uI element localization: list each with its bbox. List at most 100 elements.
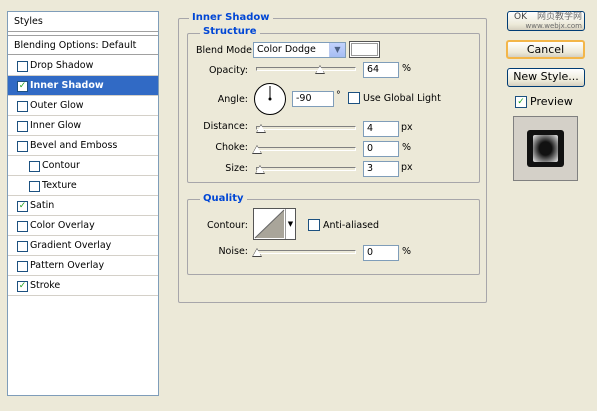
style-item-texture[interactable]: Texture (8, 176, 158, 196)
blending-options-item[interactable]: Blending Options: Default (8, 35, 158, 55)
opacity-input[interactable]: 64 (363, 62, 399, 78)
choke-slider-track[interactable] (256, 147, 356, 151)
style-item-pattern-overlay[interactable]: Pattern Overlay (8, 256, 158, 276)
pattern-overlay-label: Pattern Overlay (30, 260, 105, 271)
distance-input[interactable]: 4 (363, 121, 399, 137)
stroke-label: Stroke (30, 280, 61, 291)
texture-label: Texture (42, 180, 77, 191)
angle-dial[interactable] (253, 82, 287, 116)
style-item-outer-glow[interactable]: Outer Glow (8, 96, 158, 116)
contour-label: Contour: (207, 220, 248, 231)
distance-label: Distance: (203, 121, 248, 132)
color-overlay-label: Color Overlay (30, 220, 95, 231)
choke-input[interactable]: 0 (363, 141, 399, 157)
noise-slider-track[interactable] (256, 250, 356, 254)
satin-label: Satin (30, 200, 55, 211)
noise-value: 0 (367, 247, 374, 258)
texture-checkbox[interactable] (29, 181, 40, 192)
angle-unit: ° (336, 90, 341, 101)
watermark: 网页教学网 www.webjx.com (514, 12, 583, 31)
blend-mode-label: Blend Mode: (196, 45, 256, 56)
contour-picker[interactable]: ▼ (253, 208, 296, 240)
cancel-button[interactable]: Cancel (506, 40, 585, 59)
styles-list: Styles Blending Options: Default Drop Sh… (7, 11, 159, 396)
angle-input[interactable]: -90 (292, 91, 334, 107)
angle-value: -90 (296, 93, 312, 104)
opacity-slider-track[interactable] (256, 67, 356, 71)
outer-glow-checkbox[interactable] (17, 101, 28, 112)
style-item-drop-shadow[interactable]: Drop Shadow (8, 56, 158, 76)
opacity-value: 64 (367, 64, 380, 75)
drop-shadow-label: Drop Shadow (30, 60, 94, 71)
ok-button[interactable]: OK 网页教学网 www.webjx.com (507, 11, 585, 31)
inner-shadow-title: Inner Shadow (189, 12, 273, 24)
styles-header-label: Styles (14, 16, 43, 27)
preview-checkbox[interactable]: ✓ (515, 96, 527, 108)
noise-unit: % (402, 246, 412, 257)
distance-slider-track[interactable] (256, 126, 356, 130)
size-label: Size: (225, 163, 248, 174)
anti-aliased-checkbox[interactable] (308, 219, 320, 231)
size-slider-track[interactable] (256, 167, 356, 171)
quality-group (187, 199, 480, 275)
style-item-stroke[interactable]: ✓ Stroke (8, 276, 158, 296)
distance-slider-thumb[interactable] (256, 124, 266, 133)
size-input[interactable]: 3 (363, 161, 399, 177)
style-item-contour[interactable]: Contour (8, 156, 158, 176)
size-slider-thumb[interactable] (255, 165, 265, 174)
style-item-bevel-emboss[interactable]: Bevel and Emboss (8, 136, 158, 156)
bevel-emboss-checkbox[interactable] (17, 141, 28, 152)
new-style-label: New Style... (513, 70, 579, 83)
bevel-emboss-label: Bevel and Emboss (30, 140, 118, 151)
blend-mode-value: Color Dodge (257, 44, 316, 55)
outer-glow-label: Outer Glow (30, 100, 84, 111)
style-item-satin[interactable]: ✓ Satin (8, 196, 158, 216)
contour-curve-graphic (254, 209, 285, 239)
size-value: 3 (367, 163, 374, 174)
contour-checkbox[interactable] (29, 161, 40, 172)
noise-input[interactable]: 0 (363, 245, 399, 261)
choke-slider-thumb[interactable] (252, 145, 262, 154)
drop-shadow-checkbox[interactable] (17, 61, 28, 72)
blending-options-label: Blending Options: Default (14, 40, 137, 51)
distance-value: 4 (367, 123, 374, 134)
gradient-overlay-checkbox[interactable] (17, 241, 28, 252)
stroke-checkbox[interactable]: ✓ (17, 281, 28, 292)
inner-glow-checkbox[interactable] (17, 121, 28, 132)
contour-dropdown-icon[interactable]: ▼ (285, 209, 295, 239)
style-item-inner-shadow[interactable]: ✓ Inner Shadow (8, 76, 158, 96)
choke-value: 0 (367, 143, 374, 154)
quality-title: Quality (200, 193, 247, 205)
distance-unit: px (401, 122, 413, 133)
color-overlay-checkbox[interactable] (17, 221, 28, 232)
noise-slider-thumb[interactable] (252, 248, 262, 257)
angle-label: Angle: (217, 94, 248, 105)
use-global-light-checkbox[interactable] (348, 92, 360, 104)
new-style-button[interactable]: New Style... (507, 68, 585, 87)
style-item-color-overlay[interactable]: Color Overlay (8, 216, 158, 236)
preview-label: Preview (530, 95, 573, 108)
watermark-line2: www.webjx.com (525, 22, 583, 30)
style-preview (513, 116, 578, 181)
cancel-label: Cancel (526, 43, 565, 56)
inner-glow-label: Inner Glow (30, 120, 82, 131)
preview-inner-glow (533, 135, 558, 162)
watermark-line1: 网页教学网 (536, 12, 582, 22)
satin-checkbox[interactable]: ✓ (17, 201, 28, 212)
chevron-down-icon[interactable]: ▼ (329, 43, 345, 57)
shadow-color-swatch[interactable] (349, 41, 380, 58)
noise-label: Noise: (218, 246, 248, 257)
gradient-overlay-label: Gradient Overlay (30, 240, 112, 251)
opacity-label: Opacity: (208, 65, 248, 76)
inner-shadow-checkbox[interactable]: ✓ (17, 81, 28, 92)
size-unit: px (401, 162, 413, 173)
styles-header[interactable]: Styles (8, 12, 158, 32)
contour-label: Contour (42, 160, 80, 171)
style-item-inner-glow[interactable]: Inner Glow (8, 116, 158, 136)
blend-mode-select[interactable]: Color Dodge ▼ (253, 42, 346, 58)
opacity-slider-thumb[interactable] (315, 65, 325, 74)
style-item-gradient-overlay[interactable]: Gradient Overlay (8, 236, 158, 256)
structure-title: Structure (200, 26, 260, 38)
pattern-overlay-checkbox[interactable] (17, 261, 28, 272)
angle-dial-graphic (254, 83, 286, 115)
